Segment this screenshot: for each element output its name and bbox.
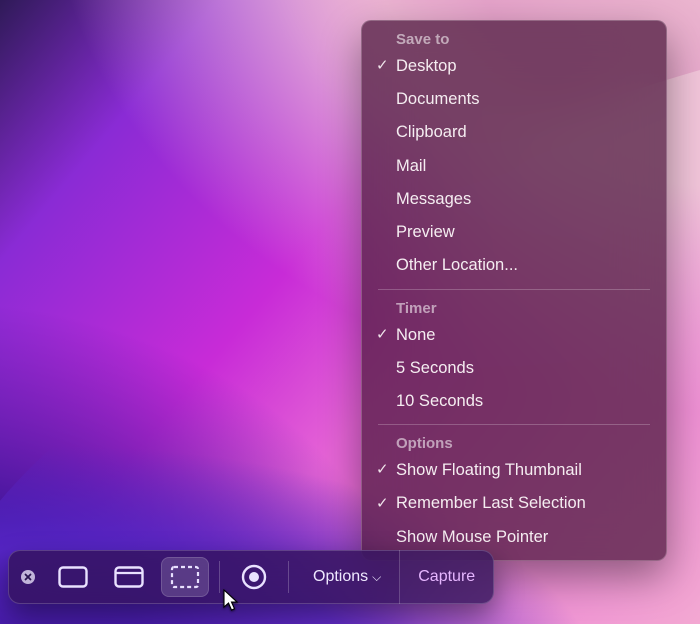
menu-item-label: Remember Last Selection	[396, 490, 586, 517]
menu-item-label: Show Mouse Pointer	[396, 524, 548, 551]
selection-icon	[170, 565, 200, 589]
capture-mode-group	[45, 551, 213, 603]
screenshot-toolbar: Options ⌵ Capture	[8, 550, 494, 604]
menu-item[interactable]: ✓10 Seconds	[362, 385, 666, 418]
menu-item-label: Mail	[396, 153, 426, 180]
capture-selected-window-button[interactable]	[105, 557, 153, 597]
screen-icon	[58, 566, 88, 588]
menu-item-label: 10 Seconds	[396, 388, 483, 415]
record-mode-group	[226, 551, 282, 603]
record-icon	[241, 564, 267, 590]
menu-item[interactable]: ✓Messages	[362, 183, 666, 216]
checkmark-icon: ✓	[376, 323, 396, 348]
menu-item[interactable]: ✓Remember Last Selection	[362, 487, 666, 520]
checkmark-icon: ✓	[376, 54, 396, 79]
menu-item[interactable]: ✓Mail	[362, 150, 666, 183]
menu-item-label: Show Floating Thumbnail	[396, 457, 582, 484]
menu-item[interactable]: ✓Documents	[362, 83, 666, 116]
menu-section-header: Save to	[362, 27, 666, 50]
window-icon	[114, 566, 144, 588]
menu-item[interactable]: ✓Show Mouse Pointer	[362, 521, 666, 554]
menu-item[interactable]: ✓None	[362, 319, 666, 352]
toolbar-divider	[219, 561, 220, 593]
close-button[interactable]	[11, 569, 45, 585]
capture-button[interactable]: Capture	[399, 550, 493, 604]
menu-item[interactable]: ✓Show Floating Thumbnail	[362, 454, 666, 487]
menu-item-label: Clipboard	[396, 119, 467, 146]
capture-selected-portion-button[interactable]	[161, 557, 209, 597]
menu-item-label: Other Location...	[396, 252, 518, 279]
menu-item[interactable]: ✓Preview	[362, 216, 666, 249]
record-entire-screen-button[interactable]	[230, 557, 278, 597]
menu-item-label: Desktop	[396, 53, 457, 80]
chevron-down-icon: ⌵	[372, 570, 381, 585]
menu-item[interactable]: ✓Other Location...	[362, 249, 666, 282]
menu-section-header: Options	[362, 431, 666, 454]
options-button-label: Options	[313, 568, 368, 586]
menu-item[interactable]: ✓Clipboard	[362, 116, 666, 149]
menu-separator	[378, 424, 650, 425]
menu-item[interactable]: ✓Desktop	[362, 50, 666, 83]
menu-item-label: None	[396, 322, 435, 349]
menu-item-label: 5 Seconds	[396, 355, 474, 382]
menu-section-header: Timer	[362, 296, 666, 319]
menu-item-label: Preview	[396, 219, 455, 246]
capture-entire-screen-button[interactable]	[49, 557, 97, 597]
menu-item-label: Documents	[396, 86, 479, 113]
checkmark-icon: ✓	[376, 492, 396, 517]
menu-item[interactable]: ✓5 Seconds	[362, 352, 666, 385]
options-button[interactable]: Options ⌵	[295, 550, 399, 604]
close-icon	[20, 569, 36, 585]
capture-button-label: Capture	[418, 568, 475, 586]
menu-separator	[378, 289, 650, 290]
checkmark-icon: ✓	[376, 458, 396, 483]
menu-item-label: Messages	[396, 186, 471, 213]
toolbar-divider	[288, 561, 289, 593]
options-menu: Save to✓Desktop✓Documents✓Clipboard✓Mail…	[361, 20, 667, 561]
